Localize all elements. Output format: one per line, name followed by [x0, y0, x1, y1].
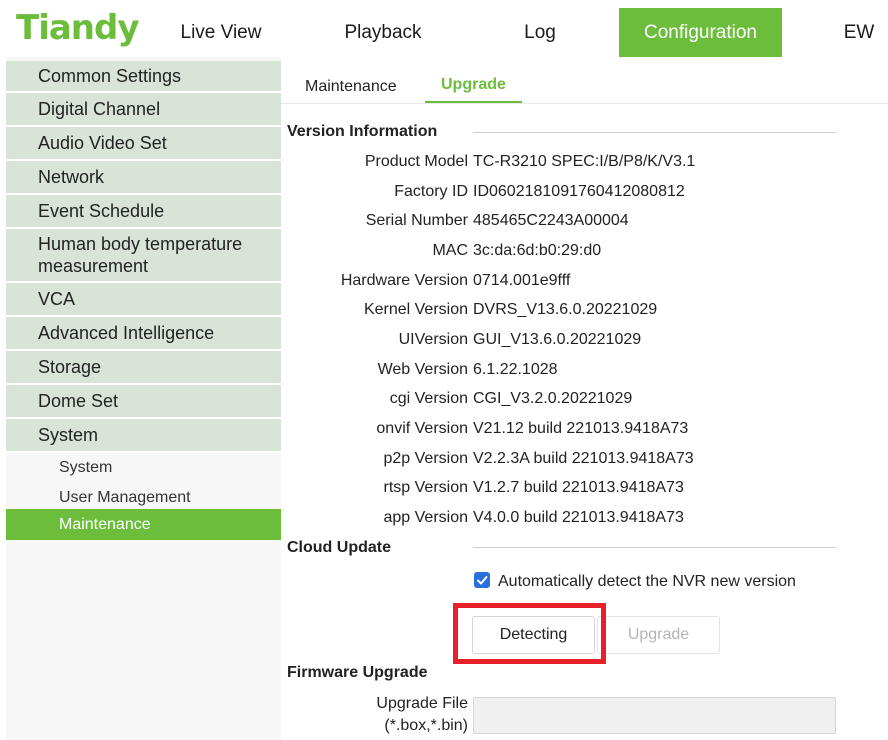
- sidebar-item-dome-set[interactable]: Dome Set: [6, 385, 281, 419]
- info-value: GUI_V13.6.0.20221029: [473, 331, 642, 348]
- tab-maintenance[interactable]: Maintenance: [305, 69, 397, 105]
- sidebar-item-label: Dome Set: [38, 391, 119, 411]
- config-sidebar: Common Settings Digital Channel Audio Vi…: [6, 57, 281, 740]
- version-info-rule: [473, 132, 836, 133]
- info-label: Factory ID: [394, 183, 468, 200]
- info-row-onvif-version: onvif Version V21.12 build 221013.9418A73: [281, 417, 888, 441]
- info-label: app Version: [383, 509, 468, 526]
- info-value: V1.2.7 build 221013.9418A73: [473, 479, 684, 496]
- info-row-web-version: Web Version 6.1.22.1028: [281, 358, 888, 382]
- sidebar-subitem-maintenance[interactable]: Maintenance: [6, 509, 281, 540]
- info-value: V2.2.3A build 221013.9418A73: [473, 450, 694, 467]
- sidebar-subitem-system[interactable]: System: [6, 453, 281, 483]
- sidebar-item-label: Network: [38, 167, 105, 187]
- sidebar-item-human-body-temperature[interactable]: Human body temperature measurement: [6, 229, 281, 283]
- info-label: UIVersion: [398, 331, 468, 348]
- upgrade-file-label-line2: (*.box,*.bin): [384, 717, 468, 734]
- upgrade-file-label-line1: Upgrade File: [376, 695, 468, 712]
- info-value: TC-R3210 SPEC:I/B/P8/K/V3.1: [473, 153, 696, 170]
- info-value: 0714.001e9fff: [473, 272, 571, 289]
- nav-configuration[interactable]: Configuration: [619, 8, 782, 57]
- sidebar-item-label: VCA: [38, 289, 76, 309]
- info-value: CGI_V3.2.0.20221029: [473, 390, 633, 407]
- auto-detect-row[interactable]: Automatically detect the NVR new version: [474, 570, 796, 594]
- info-label: rtsp Version: [383, 479, 468, 496]
- cloud-upgrade-button[interactable]: Upgrade: [597, 616, 720, 654]
- info-row-ui-version: UIVersion GUI_V13.6.0.20221029: [281, 328, 888, 352]
- sidebar-item-label: Storage: [38, 357, 102, 377]
- info-label: onvif Version: [376, 420, 468, 437]
- info-row-kernel-version: Kernel Version DVRS_V13.6.0.20221029: [281, 298, 888, 322]
- sidebar-item-label: Audio Video Set: [38, 133, 167, 153]
- info-row-product-model: Product Model TC-R3210 SPEC:I/B/P8/K/V3.1: [281, 150, 888, 174]
- sidebar-item-vca[interactable]: VCA: [6, 283, 281, 317]
- tab-divider: [281, 103, 888, 104]
- checkmark-icon: [477, 576, 488, 585]
- nav-live-view[interactable]: Live View: [166, 8, 276, 57]
- info-row-factory-id: Factory ID ID0602181091760412080812: [281, 180, 888, 204]
- sidebar-item-common-settings[interactable]: Common Settings: [6, 61, 281, 93]
- sidebar-item-label: Event Schedule: [38, 201, 165, 221]
- sidebar-item-label: Digital Channel: [38, 99, 161, 119]
- upgrade-file-input[interactable]: [473, 697, 836, 734]
- top-navigation-bar: Tiandy Live View Playback Log Configurat…: [0, 0, 888, 57]
- info-label: Product Model: [364, 153, 468, 170]
- nav-ew[interactable]: EW: [830, 8, 888, 57]
- sidebar-item-advanced-intelligence[interactable]: Advanced Intelligence: [6, 317, 281, 351]
- info-label: Hardware Version: [340, 272, 468, 289]
- info-value: V4.0.0 build 221013.9418A73: [473, 509, 684, 526]
- content-panel: Maintenance Upgrade Version Information …: [281, 57, 888, 740]
- auto-detect-label: Automatically detect the NVR new version: [498, 573, 796, 590]
- sidebar-item-system[interactable]: System: [6, 419, 281, 453]
- sidebar-item-audio-video-set[interactable]: Audio Video Set: [6, 127, 281, 161]
- sidebar-item-label: Advanced Intelligence: [38, 323, 215, 343]
- sidebar-item-network[interactable]: Network: [6, 161, 281, 195]
- firmware-upgrade-title: Firmware Upgrade: [287, 664, 428, 681]
- info-label: cgi Version: [389, 390, 468, 407]
- info-value: V21.12 build 221013.9418A73: [473, 420, 689, 437]
- info-value: ID0602181091760412080812: [473, 183, 685, 200]
- info-value: 6.1.22.1028: [473, 361, 558, 378]
- tab-upgrade[interactable]: Upgrade: [425, 67, 522, 103]
- version-info-title: Version Information: [287, 123, 438, 140]
- nav-playback[interactable]: Playback: [320, 8, 446, 57]
- sidebar-item-storage[interactable]: Storage: [6, 351, 281, 385]
- info-label: MAC: [432, 242, 468, 259]
- info-label: Kernel Version: [363, 301, 468, 318]
- sidebar-item-event-schedule[interactable]: Event Schedule: [6, 195, 281, 229]
- info-label: Web Version: [377, 361, 468, 378]
- info-label: Serial Number: [365, 212, 468, 229]
- info-value: 485465C2243A00004: [473, 212, 629, 229]
- auto-detect-checkbox[interactable]: [474, 572, 490, 588]
- info-row-rtsp-version: rtsp Version V1.2.7 build 221013.9418A73: [281, 476, 888, 500]
- upgrade-file-label: Upgrade File (*.box,*.bin): [376, 693, 468, 737]
- red-highlight-box: [453, 603, 606, 664]
- sidebar-item-digital-channel[interactable]: Digital Channel: [6, 93, 281, 127]
- cloud-update-rule: [473, 547, 836, 548]
- info-row-cgi-version: cgi Version CGI_V3.2.0.20221029: [281, 387, 888, 411]
- sidebar-item-label: Human body temperature measurement: [38, 234, 243, 276]
- info-label: p2p Version: [383, 450, 468, 467]
- cloud-update-title: Cloud Update: [287, 539, 391, 556]
- sidebar-item-label: System: [38, 425, 99, 445]
- sidebar-item-label: Common Settings: [38, 66, 182, 86]
- info-value: 3c:da:6d:b0:29:d0: [473, 242, 602, 259]
- info-row-app-version: app Version V4.0.0 build 221013.9418A73: [281, 506, 888, 530]
- info-row-p2p-version: p2p Version V2.2.3A build 221013.9418A73: [281, 447, 888, 471]
- info-row-serial-number: Serial Number 485465C2243A00004: [281, 209, 888, 233]
- info-value: DVRS_V13.6.0.20221029: [473, 301, 658, 318]
- info-row-hardware-version: Hardware Version 0714.001e9fff: [281, 269, 888, 293]
- tiandy-logo: Tiandy: [16, 8, 139, 48]
- nav-log[interactable]: Log: [486, 8, 594, 57]
- info-row-mac: MAC 3c:da:6d:b0:29:d0: [281, 239, 888, 263]
